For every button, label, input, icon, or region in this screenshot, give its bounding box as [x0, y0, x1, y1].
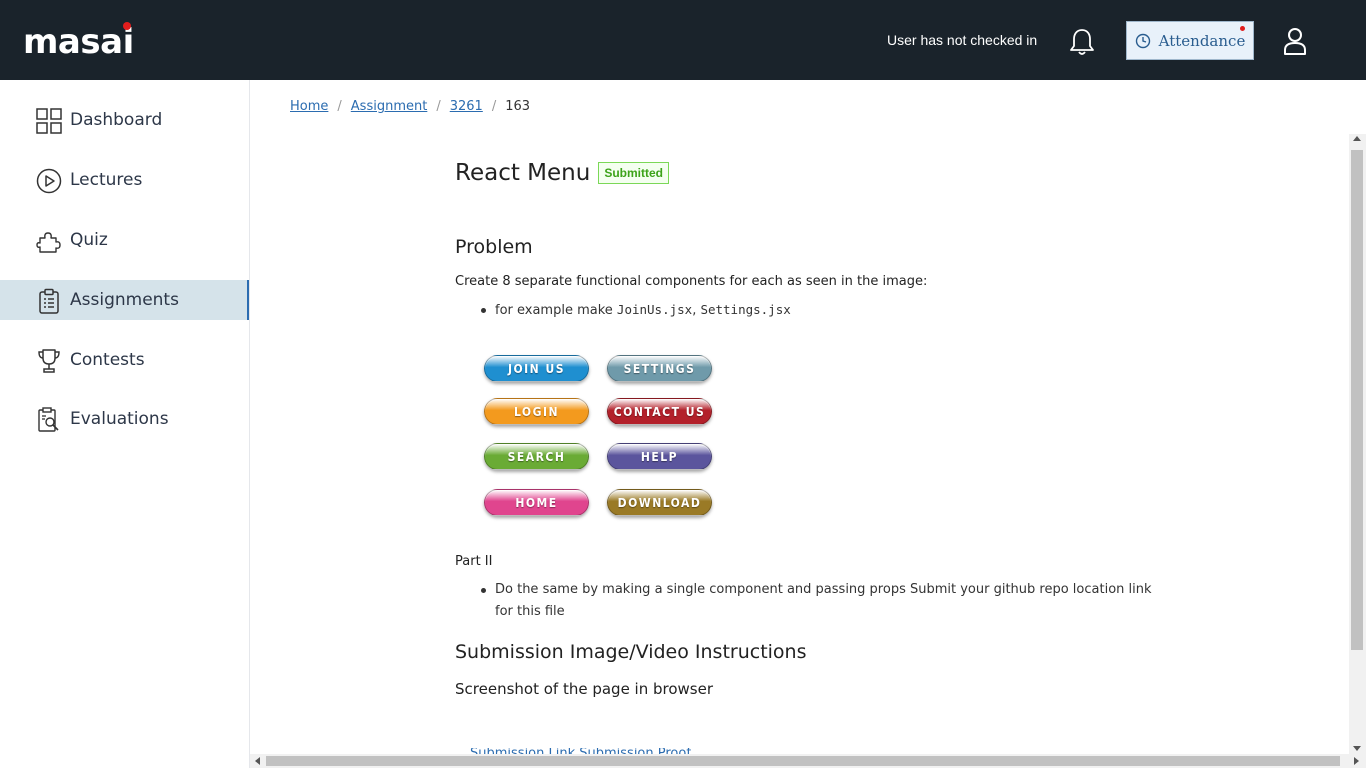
problem-intro: Create 8 separate functional components …: [455, 274, 928, 289]
breadcrumb-current: 163: [505, 99, 531, 114]
submission-heading: Submission Image/Video Instructions: [455, 641, 807, 663]
problem-heading: Problem: [455, 236, 533, 258]
user-icon[interactable]: [1282, 26, 1308, 56]
scroll-left-icon[interactable]: [255, 757, 260, 765]
scroll-thumb-horizontal[interactable]: [266, 756, 1340, 766]
sidebar-item-lectures[interactable]: Lectures: [0, 160, 249, 200]
sidebar-item-contests[interactable]: Contests: [0, 340, 249, 380]
vertical-scrollbar[interactable]: [1349, 134, 1366, 754]
list-item: Do the same by making a single component…: [481, 579, 1155, 623]
sidebar-item-label: Assignments: [70, 290, 179, 310]
submission-text: Screenshot of the page in browser: [455, 680, 714, 698]
page-title: React Menu: [455, 160, 591, 186]
sidebar: Dashboard Lectures Quiz Assignments Cont…: [0, 80, 250, 768]
attendance-label: Attendance: [1158, 31, 1246, 50]
part2-heading: Part II: [455, 554, 493, 569]
sidebar-item-label: Dashboard: [70, 110, 163, 130]
puzzle-icon: [36, 232, 61, 253]
sidebar-item-quiz[interactable]: Quiz: [0, 220, 249, 260]
breadcrumb: Home / Assignment/3261/163: [290, 99, 531, 114]
clock-icon: [1135, 33, 1150, 48]
clipboard-icon: [39, 288, 59, 314]
bell-icon[interactable]: [1068, 27, 1096, 57]
list-item: for example make JoinUs.jsx, Settings.js…: [481, 299, 1155, 322]
horizontal-scrollbar[interactable]: [250, 754, 1366, 768]
sidebar-item-evaluations[interactable]: Evaluations: [0, 399, 249, 439]
breadcrumb-home-link[interactable]: Home: [290, 99, 328, 114]
menu-image-button: DOWNLOAD: [607, 489, 712, 516]
grid-icon: [36, 108, 62, 134]
report-search-icon: [38, 407, 59, 432]
logo-text: masai: [23, 22, 134, 62]
masai-logo[interactable]: masai: [23, 22, 134, 62]
sidebar-item-label: Quiz: [70, 230, 108, 250]
trophy-icon: [38, 349, 60, 373]
menu-image-button: HOME: [484, 489, 589, 516]
menu-image-button: JOIN US: [484, 355, 589, 382]
example-file-1: JoinUs.jsx: [616, 302, 693, 317]
menu-buttons-image: JOIN US SETTINGS LOGIN CONTACT US SEARCH…: [483, 355, 715, 520]
sidebar-item-label: Contests: [70, 350, 145, 370]
scroll-up-icon[interactable]: [1353, 136, 1361, 141]
status-badge: Submitted: [598, 162, 669, 184]
menu-image-button: HELP: [607, 443, 712, 470]
example-file-2: Settings.jsx: [700, 302, 791, 317]
top-navbar: masai User has not checked in Attendance: [0, 0, 1366, 80]
checkin-status: User has not checked in: [887, 32, 1038, 48]
menu-image-button: SEARCH: [484, 443, 589, 470]
scroll-thumb[interactable]: [1351, 150, 1363, 650]
breadcrumb-assignment-link[interactable]: Assignment: [351, 99, 428, 114]
notification-dot: [1240, 26, 1245, 31]
menu-image-button: CONTACT US: [607, 398, 712, 425]
scroll-right-icon[interactable]: [1354, 757, 1359, 765]
menu-image-button: SETTINGS: [607, 355, 712, 382]
title-row: React Menu Submitted: [455, 160, 669, 186]
breadcrumb-id-link[interactable]: 3261: [450, 99, 483, 114]
sidebar-item-assignments[interactable]: Assignments: [0, 280, 249, 320]
sidebar-item-label: Evaluations: [70, 409, 169, 429]
menu-image-button: LOGIN: [484, 398, 589, 425]
sidebar-item-label: Lectures: [70, 170, 143, 190]
scroll-down-icon[interactable]: [1353, 746, 1361, 751]
sidebar-item-dashboard[interactable]: Dashboard: [0, 100, 249, 140]
attendance-button[interactable]: Attendance: [1126, 21, 1254, 60]
play-circle-icon: [36, 168, 62, 194]
example-prefix: for example make: [495, 303, 617, 318]
